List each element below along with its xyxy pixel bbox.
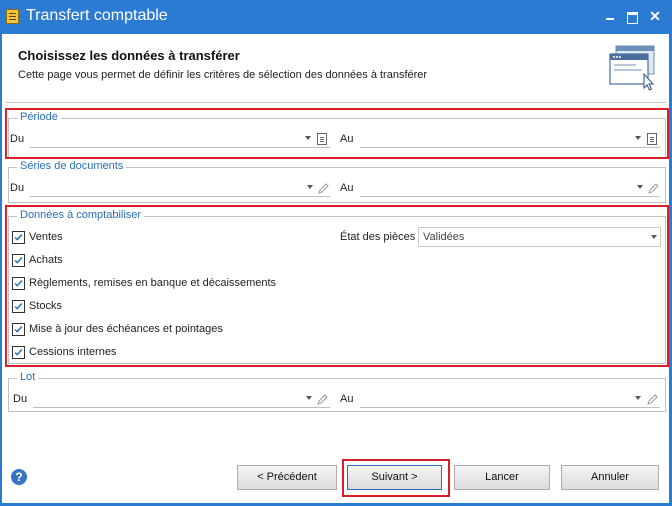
next-button[interactable]: Suivant > xyxy=(347,465,442,490)
checkbox-checked-icon[interactable] xyxy=(12,254,25,267)
donnees-legend: Données à comptabiliser xyxy=(17,209,145,221)
page-title: Choisissez les données à transférer xyxy=(18,48,240,63)
periode-legend: Période xyxy=(17,111,61,123)
list-picker-icon[interactable] xyxy=(317,133,327,145)
etat-pieces-label: État des pièces xyxy=(340,231,416,243)
checkbox-checked-icon[interactable] xyxy=(12,231,25,244)
chevron-down-icon[interactable] xyxy=(305,136,311,140)
etat-pieces-select[interactable]: Validées xyxy=(418,227,661,247)
list-picker-icon[interactable] xyxy=(647,133,657,145)
series-to-combo[interactable] xyxy=(360,180,660,197)
header-separator xyxy=(6,102,666,103)
window-cursor-icon xyxy=(609,45,655,91)
window-border-left xyxy=(0,34,2,506)
chevron-down-icon[interactable] xyxy=(307,185,313,189)
periode-from-label: Du xyxy=(10,133,25,145)
checkbox-label: Mise à jour des échéances et pointages xyxy=(29,323,223,335)
app-notebook-icon xyxy=(6,9,19,24)
periode-from-combo[interactable] xyxy=(30,131,330,148)
chevron-down-icon[interactable] xyxy=(306,396,312,400)
series-legend: Séries de documents xyxy=(17,160,127,172)
help-icon[interactable]: ? xyxy=(11,469,27,485)
chevron-down-icon[interactable] xyxy=(637,185,643,189)
pencil-icon[interactable] xyxy=(316,393,328,406)
minimize-icon[interactable] xyxy=(602,8,618,24)
close-icon[interactable]: ✕ xyxy=(647,8,663,24)
periode-to-label: Au xyxy=(340,133,354,145)
cancel-button[interactable]: Annuler xyxy=(561,465,659,490)
chevron-down-icon[interactable] xyxy=(651,235,657,239)
series-to-label: Au xyxy=(340,182,354,194)
pencil-icon[interactable] xyxy=(647,182,659,195)
checkbox-checked-icon[interactable] xyxy=(12,300,25,313)
periode-to-combo[interactable] xyxy=(360,131,660,148)
checkbox-label: Ventes xyxy=(29,231,63,243)
checkbox-label: Cessions internes xyxy=(29,346,117,358)
window-title: Transfert comptable xyxy=(26,7,168,24)
checkbox-label: Achats xyxy=(29,254,63,266)
checkbox-checked-icon[interactable] xyxy=(12,277,25,290)
checkbox-checked-icon[interactable] xyxy=(12,346,25,359)
chevron-down-icon[interactable] xyxy=(635,136,641,140)
series-from-combo[interactable] xyxy=(30,180,330,197)
previous-button[interactable]: < Précédent xyxy=(237,465,337,490)
checkbox-label: Règlements, remises en banque et décaiss… xyxy=(29,277,277,289)
page-subtitle: Cette page vous permet de définir les cr… xyxy=(18,69,428,81)
pencil-icon[interactable] xyxy=(646,393,658,406)
lot-from-label: Du xyxy=(13,393,28,405)
title-bar: Transfert comptable ✕ xyxy=(0,0,672,34)
lot-to-label: Au xyxy=(340,393,354,405)
checkbox-checked-icon[interactable] xyxy=(12,323,25,336)
series-from-label: Du xyxy=(10,182,25,194)
launch-button[interactable]: Lancer xyxy=(454,465,550,490)
etat-pieces-value: Validées xyxy=(423,231,465,243)
pencil-icon[interactable] xyxy=(317,182,329,195)
lot-to-combo[interactable] xyxy=(360,391,660,408)
chevron-down-icon[interactable] xyxy=(635,396,641,400)
lot-from-combo[interactable] xyxy=(33,391,330,408)
checkbox-label: Stocks xyxy=(29,300,63,312)
maximize-icon[interactable] xyxy=(624,8,640,24)
lot-legend: Lot xyxy=(17,371,39,383)
